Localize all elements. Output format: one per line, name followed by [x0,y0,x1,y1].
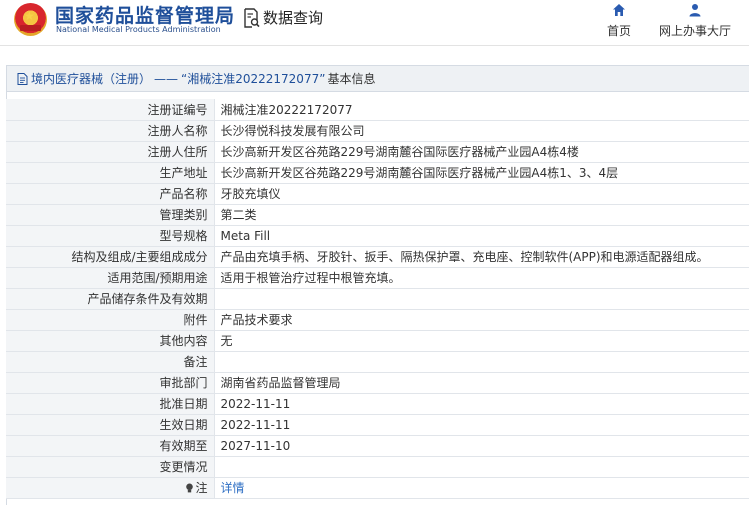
data-query-link[interactable]: 数据查询 [243,7,323,28]
registration-info-table: 注册证编号 湘械注准20222172077 注册人名称 长沙得悦科技发展有限公司 注册人… [6,99,749,499]
data-query-label: 数据查询 [263,9,324,27]
table-row: 管理类别 第二类 [6,204,749,226]
field-label: 适用范围/预期用途 [6,267,215,289]
detail-link[interactable]: 详情 [221,481,245,495]
field-value: Meta Fill [214,225,749,247]
field-label: 生产地址 [6,162,215,184]
table-row: 其他内容无 [6,330,749,352]
field-label: 附件 [6,309,215,331]
breadcrumb-category-link[interactable]: 境内医疗器械（注册） [31,70,151,87]
nav-home[interactable]: 首页 [596,3,642,39]
field-value: 湖南省药品监督管理局 [214,372,749,394]
field-value: 产品由充填手柄、牙胶针、扳手、隔热保护罩、充电座、控制软件(APP)和电源适配器… [214,246,749,268]
breadcrumb-title: 基本信息 [327,72,376,86]
national-emblem-icon: ★ [14,3,47,36]
field-label: 生效日期 [6,414,215,436]
field-label: 其他内容 [6,330,215,352]
field-value [214,288,749,310]
table-row: 生效日期 2022-11-11 [6,414,749,436]
table-row: 审批部门 湖南省药品监督管理局 [6,372,749,394]
field-value: 2027-11-10 [214,435,749,457]
table-row: 备注 [6,351,749,373]
table-row: 产品名称 牙胶充填仪 [6,183,749,205]
table-row: 附件 产品技术要求 [6,309,749,331]
field-value: 无 [214,330,749,352]
home-icon [613,4,625,16]
field-label: 注册人住所 [6,141,215,163]
site-header: ★ 国家药品监督管理局 National Medical Products Ad… [0,0,749,46]
nav-online-office[interactable]: 网上办事大厅 [652,3,738,39]
field-value: 适用于根管治疗过程中根管充填。 [214,267,749,289]
document-search-icon [244,7,260,28]
note-value-cell: 详情 [214,477,749,499]
lightbulb-icon [186,483,194,493]
table-row: 注册证编号 湘械注准20222172077 [6,99,749,121]
site-title[interactable]: 国家药品监督管理局 [55,1,235,28]
field-label: 注册人名称 [6,120,215,142]
field-label: 产品名称 [6,183,215,205]
field-value: 第二类 [214,204,749,226]
breadcrumb: 境内医疗器械（注册） —— “湘械注准20222172077” 基本信息 [7,66,749,92]
field-value [214,456,749,478]
table-row: 产品储存条件及有效期 [6,288,749,310]
field-label: 批准日期 [6,393,215,415]
field-value: 湘械注准20222172077 [214,99,749,121]
user-icon [689,4,701,17]
field-value: 2022-11-11 [214,414,749,436]
field-value: 长沙高新开发区谷苑路229号湖南麓谷国际医疗器械产业园A4栋4楼 [214,141,749,163]
field-value: 长沙高新开发区谷苑路229号湖南麓谷国际医疗器械产业园A4栋1、3、4层 [214,162,749,184]
field-value: 2022-11-11 [214,393,749,415]
field-label: 审批部门 [6,372,215,394]
document-icon [17,72,28,85]
field-label: 产品储存条件及有效期 [6,288,215,310]
breadcrumb-separator: —— [154,71,179,86]
table-row: 有效期至 2027-11-10 [6,435,749,457]
table-row: 变更情况 [6,456,749,478]
field-label: 变更情况 [6,456,215,478]
table-row: 注册人名称 长沙得悦科技发展有限公司 [6,120,749,142]
field-label: 结构及组成/主要组成成分 [6,246,215,268]
field-value: 长沙得悦科技发展有限公司 [214,120,749,142]
note-label: 注 [195,481,208,495]
table-row: 批准日期 2022-11-11 [6,393,749,415]
note-row: 注详情 [6,477,749,499]
site-subtitle: National Medical Products Administration [56,25,221,34]
field-label: 有效期至 [6,435,215,457]
breadcrumb-current: “湘械注准20222172077” [181,72,326,86]
nav-home-label: 首页 [606,24,631,38]
table-row: 型号规格 Meta Fill [6,225,749,247]
nav-online-office-label: 网上办事大厅 [658,24,731,38]
field-value: 产品技术要求 [214,309,749,331]
field-value [214,351,749,373]
field-label: 型号规格 [6,225,215,247]
table-row: 适用范围/预期用途 适用于根管治疗过程中根管充填。 [6,267,749,289]
table-row: 结构及组成/主要组成成分 产品由充填手柄、牙胶针、扳手、隔热保护罩、充电座、控制软… [6,246,749,268]
table-row: 注册人住所 长沙高新开发区谷苑路229号湖南麓谷国际医疗器械产业园A4栋4楼 [6,141,749,163]
note-label-cell: 注 [6,477,215,499]
field-label: 注册证编号 [6,99,215,121]
table-row: 生产地址 长沙高新开发区谷苑路229号湖南麓谷国际医疗器械产业园A4栋1、3、4层 [6,162,749,184]
field-label: 管理类别 [6,204,215,226]
field-label: 备注 [6,351,215,373]
field-value: 牙胶充填仪 [214,183,749,205]
